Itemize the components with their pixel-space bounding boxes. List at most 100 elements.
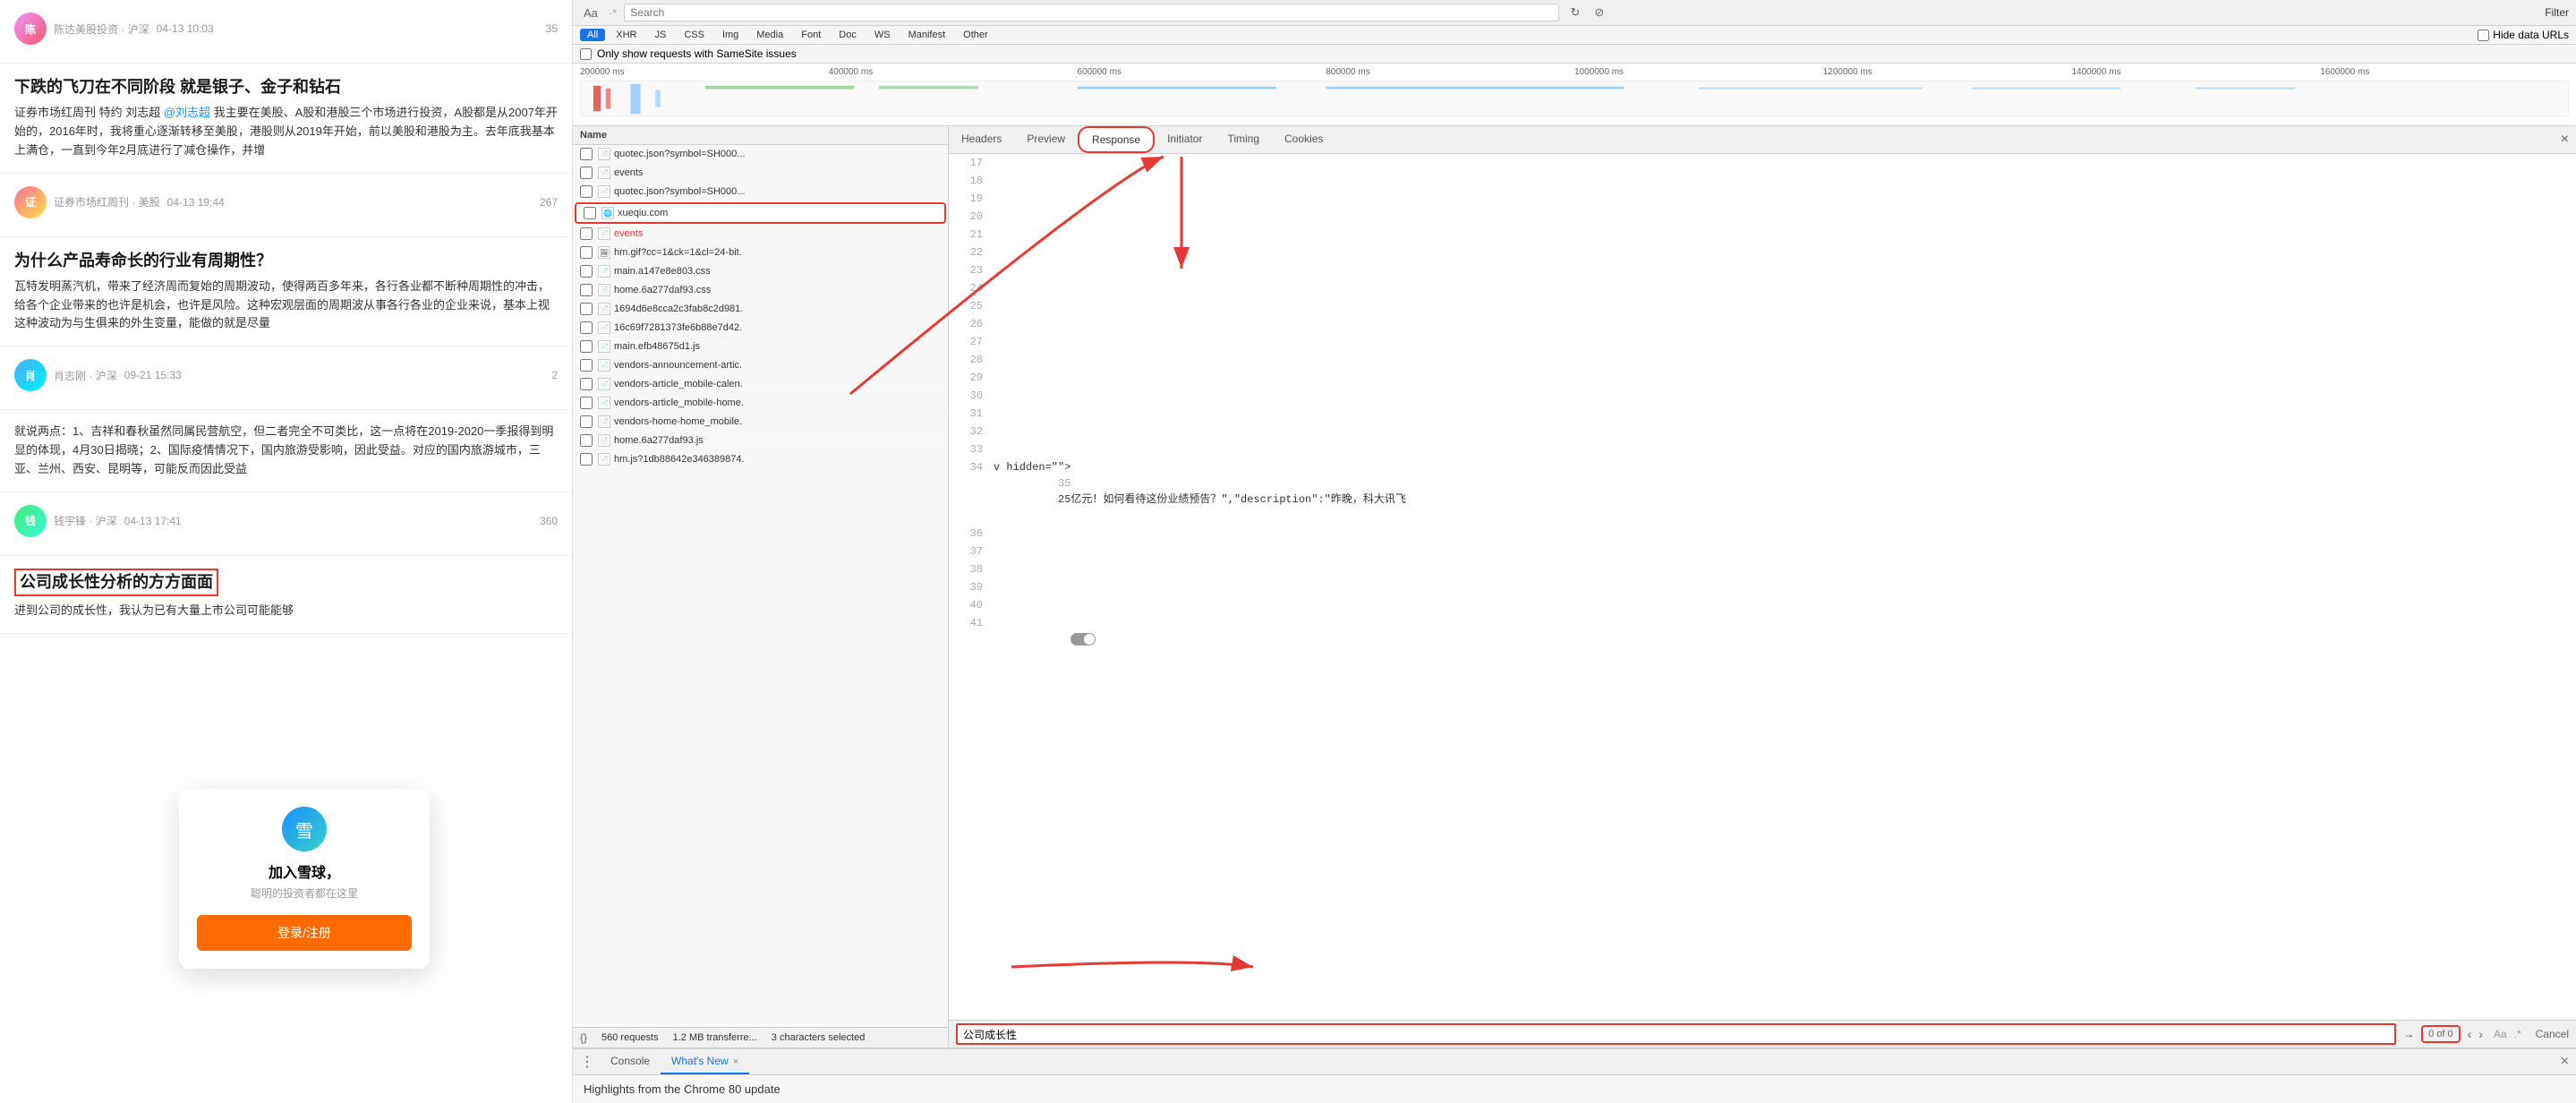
request-row-1694[interactable]: 📄 1694d6e8cca2c3fab8c2d981. [573,300,948,319]
req-checkbox-hm-gif[interactable] [580,246,593,259]
search-box[interactable] [624,4,1559,21]
req-checkbox-16c6[interactable] [580,321,593,334]
tab-timing[interactable]: Timing [1215,126,1272,153]
hide-data-urls-label[interactable]: Hide data URLs [2478,29,2569,41]
req-checkbox-vendors-article-home[interactable] [580,397,593,409]
devtools-menu-icon[interactable]: ⋮ [580,1053,594,1071]
req-checkbox-home-js[interactable] [580,434,593,447]
link-liuzhichao[interactable]: @刘志超 [164,106,210,119]
filter-manifest[interactable]: Manifest [901,29,953,41]
tab-initiator[interactable]: Initiator [1155,126,1215,153]
req-icon-1: 📄 [598,148,610,160]
request-row-home-css[interactable]: 📄 home.6a277daf93.css [573,281,948,300]
filter-js[interactable]: JS [647,29,673,41]
samesite-label: Only show requests with SameSite issues [597,47,797,60]
search-prev-button[interactable]: ‹ [2468,1027,2472,1041]
request-row-hm-js[interactable]: 📄 hm.js?1db88642e346389874. [573,450,948,469]
req-icon-home-css: 📄 [598,284,610,296]
resp-line-20: 20 [949,208,2576,226]
bottom-content-text: Highlights from the Chrome 80 update [584,1082,780,1096]
search-cancel-button[interactable]: Cancel [2536,1028,2569,1040]
bottom-panel-close-button[interactable]: × [2561,1054,2569,1070]
filter-img[interactable]: Img [715,29,746,41]
request-row-16c6[interactable]: 📄 16c69f7281373fe6b88e7d42. [573,319,948,338]
req-checkbox-2[interactable] [580,167,593,179]
filter-other[interactable]: Other [956,29,995,41]
feed-count-1: 35 [546,22,558,35]
tab-cookies[interactable]: Cookies [1272,126,1335,153]
filter-css[interactable]: CSS [677,29,712,41]
tab-response[interactable]: Response [1078,126,1155,153]
feed-meta-3: 证券市场红周刊 · 美股 [54,194,160,209]
tab-headers[interactable]: Headers [949,126,1014,153]
feed-title-4[interactable]: 为什么产品寿命长的行业有周期性？ [14,250,558,272]
req-icon-2: 📄 [598,167,610,179]
req-checkbox-3[interactable] [580,185,593,198]
request-row-events2[interactable]: 📄 events [573,225,948,244]
request-row-vendors-article-home[interactable]: 📄 vendors-article_mobile-home. [573,394,948,413]
refresh-button[interactable]: ↻ [1566,4,1583,21]
req-checkbox-vendors-ann[interactable] [580,359,593,372]
feed-title-2[interactable]: 下跌的飞刀在不同阶段 就是银子、金子和钻石 [14,76,558,98]
response-search-input[interactable] [956,1023,2396,1045]
req-checkbox-main-css[interactable] [580,265,593,278]
search-next-button[interactable]: › [2478,1027,2483,1041]
feed-count-7: 360 [540,515,558,527]
req-checkbox-vendors-home[interactable] [580,415,593,428]
req-checkbox-vendors-article-cal[interactable] [580,378,593,390]
req-icon-3: 📄 [598,185,610,198]
resp-line-29: 29 [949,369,2576,387]
feed-meta-5: 肖志刚 · 沪深 [54,368,117,383]
req-checkbox-hm-js[interactable] [580,453,593,466]
req-name-2: events [614,167,941,178]
aa-button[interactable]: Aa [580,4,601,21]
feed-header-5: 肖 肖志刚 · 沪深 09-21 15:33 2 [14,359,558,391]
request-row-vendors-article-cal[interactable]: 📄 vendors-article_mobile-calen. [573,375,948,394]
samesite-checkbox[interactable] [580,48,592,60]
resp-line-25: 25 [949,297,2576,315]
request-row-main-css[interactable]: 📄 main.a147e8e803.css [573,262,948,281]
search-input[interactable] [630,6,809,19]
req-checkbox-1694[interactable] [580,303,593,315]
req-checkbox-events2[interactable] [580,227,593,240]
req-checkbox-main-js[interactable] [580,340,593,353]
request-row-vendors-home[interactable]: 📄 vendors-home-home_mobile. [573,413,948,432]
tab-console[interactable]: Console [600,1049,661,1074]
feed-date-5: 09-21 15:33 [124,369,182,381]
req-name-vendors-home: vendors-home-home_mobile. [614,416,941,427]
filter-media[interactable]: Media [749,29,790,41]
feed-title-8[interactable]: 公司成长性分析的方方面面 [20,571,213,594]
req-icon-xueqiu: 🌐 [601,207,614,219]
filter-doc[interactable]: Doc [832,29,864,41]
req-checkbox-xueqiu[interactable] [584,207,596,219]
req-checkbox-1[interactable] [580,148,593,160]
filter-all[interactable]: All [580,29,605,41]
request-row-1[interactable]: 📄 quotec.json?symbol=SH000... [573,145,948,164]
request-row-vendors-ann[interactable]: 📄 vendors-announcement-artic. [573,356,948,375]
feed-date-1: 04-13 10:03 [157,22,214,35]
request-row-home-js[interactable]: 📄 home.6a277daf93.js [573,432,948,450]
req-name-home-css: home.6a277daf93.css [614,285,941,295]
clear-button[interactable]: ⊘ [1591,4,1608,21]
filter-font[interactable]: Font [794,29,828,41]
bottom-content: Highlights from the Chrome 80 update [573,1075,2576,1103]
req-name-16c6: 16c69f7281373fe6b88e7d42. [614,322,941,333]
request-row-3[interactable]: 📄 quotec.json?symbol=SH000... [573,183,948,201]
request-row-2[interactable]: 📄 events [573,164,948,183]
request-row-xueqiu[interactable]: 🌐 xueqiu.com [575,202,946,224]
tab-preview[interactable]: Preview [1014,126,1078,153]
resp-line-17: 17 [949,154,2576,172]
request-row-hm-gif[interactable]: 🖼 hm.gif?cc=1&ck=1&cl=24-bit. [573,244,948,262]
req-checkbox-home-css[interactable] [580,284,593,296]
feed-count-3: 267 [540,196,558,209]
hide-data-urls-checkbox[interactable] [2478,30,2489,41]
json-btn[interactable]: {} [580,1031,587,1044]
login-register-button[interactable]: 登录/注册 [197,915,412,951]
tab-whats-new[interactable]: What's New × [661,1049,749,1074]
details-close-button[interactable]: × [2554,126,2576,153]
whats-new-close-btn[interactable]: × [733,1056,738,1067]
resp-line-35: 35 25亿元！如何看待这份业绩预告？","description":"昨晚，科… [994,477,1406,522]
filter-ws[interactable]: WS [867,29,898,41]
filter-xhr[interactable]: XHR [609,29,644,41]
request-row-main-js[interactable]: 📄 main.efb48675d1.js [573,338,948,356]
